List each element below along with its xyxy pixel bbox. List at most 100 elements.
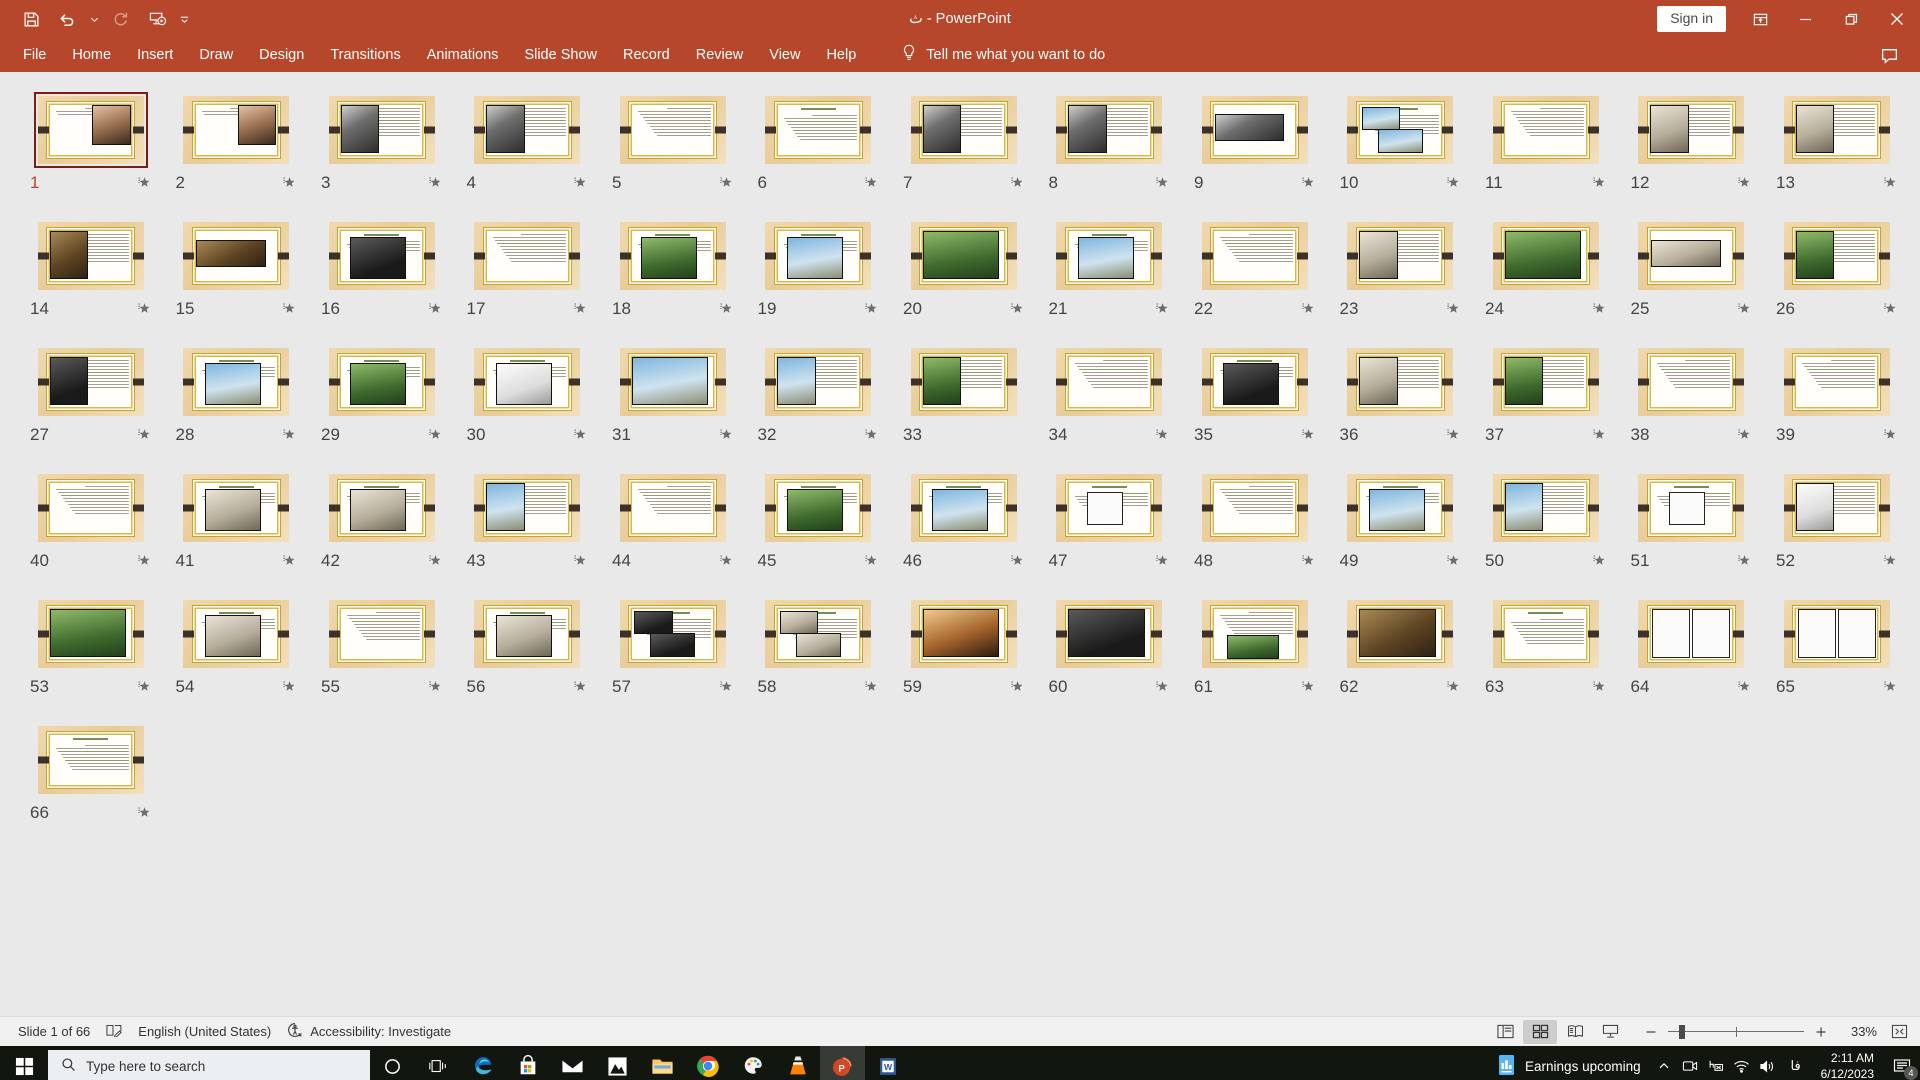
slide-thumbnail[interactable] [1780, 218, 1894, 294]
slide-thumbnail[interactable] [33, 92, 148, 168]
slide-thumbnail[interactable] [1343, 344, 1457, 420]
slide-sorter-view-button[interactable] [1523, 1019, 1557, 1044]
slide-sorter-pane[interactable]: 1 2 3 4 5 6 7 8 9 10 11 12 13 14 15 16 17 18 19 20 21 22 23 24 2… [0, 72, 1920, 1016]
slide-thumbnail-cell[interactable]: 3 [309, 92, 455, 196]
slide-animation-indicator[interactable] [718, 427, 734, 443]
accessibility-checker[interactable]: Accessibility: Investigate [279, 1019, 459, 1044]
animation-star-icon[interactable] [1591, 301, 1606, 316]
animation-star-icon[interactable] [1154, 427, 1169, 442]
slide-thumbnail-cell[interactable]: 7 [891, 92, 1037, 196]
slide-animation-indicator[interactable] [1882, 175, 1898, 191]
vlc-icon[interactable] [775, 1046, 820, 1080]
slide-thumbnail[interactable] [1489, 470, 1603, 546]
slide-thumbnail-cell[interactable]: 39 [1764, 344, 1910, 448]
task-view-icon[interactable] [415, 1046, 460, 1080]
slide-thumbnail[interactable] [325, 92, 439, 168]
animation-star-icon[interactable] [718, 301, 733, 316]
animation-star-icon[interactable] [718, 175, 733, 190]
slide-animation-indicator[interactable] [427, 427, 443, 443]
customize-quick-access-toolbar-icon[interactable] [176, 4, 192, 34]
animation-star-icon[interactable] [572, 679, 587, 694]
slide-thumbnail-cell[interactable]: 54 [164, 596, 310, 700]
ribbon-tab-record[interactable]: Record [610, 41, 683, 70]
slide-thumbnail[interactable] [1343, 218, 1457, 294]
slide-animation-indicator[interactable] [1300, 553, 1316, 569]
animation-star-icon[interactable] [1736, 679, 1751, 694]
slide-thumbnail[interactable] [34, 218, 148, 294]
animation-star-icon[interactable] [1154, 301, 1169, 316]
slide-animation-indicator[interactable] [863, 427, 879, 443]
slide-thumbnail[interactable] [470, 596, 584, 672]
slide-animation-indicator[interactable] [1300, 427, 1316, 443]
normal-view-button[interactable] [1488, 1020, 1522, 1044]
slide-show-view-button[interactable] [1593, 1020, 1627, 1044]
minimize-icon[interactable] [1782, 0, 1828, 38]
slide-thumbnail-cell[interactable]: 28 [164, 344, 310, 448]
ribbon-tab-animations[interactable]: Animations [414, 41, 512, 70]
file-explorer-icon[interactable] [640, 1046, 685, 1080]
slide-animation-indicator[interactable] [1882, 553, 1898, 569]
paint-icon[interactable] [730, 1046, 775, 1080]
slide-thumbnail[interactable] [1634, 596, 1748, 672]
taskbar-search-box[interactable]: Type here to search [48, 1050, 370, 1080]
slide-thumbnail[interactable] [470, 218, 584, 294]
slide-thumbnail-cell[interactable]: 64 [1619, 596, 1765, 700]
animation-star-icon[interactable] [1736, 427, 1751, 442]
slide-thumbnail-cell[interactable]: 46 [891, 470, 1037, 574]
slide-animation-indicator[interactable] [281, 301, 297, 317]
slide-animation-indicator[interactable] [281, 427, 297, 443]
cortana-icon[interactable] [370, 1046, 415, 1080]
network-disconnected-icon[interactable] [1703, 1046, 1729, 1080]
slide-thumbnail[interactable] [907, 470, 1021, 546]
slide-thumbnail-cell[interactable]: 38 [1619, 344, 1765, 448]
slide-thumbnail-cell[interactable]: 12 [1619, 92, 1765, 196]
animation-star-icon[interactable] [1009, 175, 1024, 190]
slide-animation-indicator[interactable] [1009, 553, 1025, 569]
slide-thumbnail-cell[interactable]: 8 [1037, 92, 1183, 196]
slide-animation-indicator[interactable] [136, 679, 152, 695]
animation-star-icon[interactable] [718, 679, 733, 694]
slide-thumbnail-cell[interactable]: 58 [746, 596, 892, 700]
slide-thumbnail-cell[interactable]: 37 [1473, 344, 1619, 448]
ribbon-tab-view[interactable]: View [756, 41, 813, 70]
slide-thumbnail[interactable] [907, 344, 1021, 420]
slide-thumbnail-cell[interactable]: 30 [455, 344, 601, 448]
slide-thumbnail[interactable] [1052, 344, 1166, 420]
slide-thumbnail-cell[interactable]: 24 [1473, 218, 1619, 322]
animation-star-icon[interactable] [1300, 679, 1315, 694]
slide-thumbnail[interactable] [470, 92, 584, 168]
animation-star-icon[interactable] [1300, 553, 1315, 568]
slide-animation-indicator[interactable] [1591, 175, 1607, 191]
ribbon-tab-slide-show[interactable]: Slide Show [511, 41, 610, 70]
ribbon-tab-draw[interactable]: Draw [186, 41, 246, 70]
slide-thumbnail-cell[interactable]: 6 [746, 92, 892, 196]
slide-animation-indicator[interactable] [1591, 553, 1607, 569]
slide-thumbnail-cell[interactable]: 42 [309, 470, 455, 574]
slide-thumbnail-cell[interactable]: 43 [455, 470, 601, 574]
edge-icon[interactable] [460, 1046, 505, 1080]
slide-animation-indicator[interactable] [1736, 427, 1752, 443]
slide-thumbnail-cell[interactable]: 55 [309, 596, 455, 700]
slide-thumbnail-cell[interactable]: 5 [600, 92, 746, 196]
slide-thumbnail[interactable] [616, 344, 730, 420]
reading-view-button[interactable] [1558, 1020, 1592, 1044]
slide-thumbnail-cell[interactable]: 4 [455, 92, 601, 196]
animation-star-icon[interactable] [1591, 175, 1606, 190]
animation-star-icon[interactable] [1882, 301, 1897, 316]
slide-thumbnail-cell[interactable]: 34 [1037, 344, 1183, 448]
volume-icon[interactable] [1755, 1046, 1781, 1080]
slide-animation-indicator[interactable] [1445, 301, 1461, 317]
slide-thumbnail[interactable] [1198, 92, 1312, 168]
slide-animation-indicator[interactable] [863, 679, 879, 695]
slide-animation-indicator[interactable] [427, 175, 443, 191]
animation-star-icon[interactable] [1445, 301, 1460, 316]
slide-thumbnail-cell[interactable]: 9 [1182, 92, 1328, 196]
chrome-icon[interactable] [685, 1046, 730, 1080]
slide-thumbnail[interactable] [761, 92, 875, 168]
slide-animation-indicator[interactable] [1154, 427, 1170, 443]
slide-thumbnail[interactable] [34, 596, 148, 672]
animation-star-icon[interactable] [427, 553, 442, 568]
slide-thumbnail[interactable] [1780, 596, 1894, 672]
slide-thumbnail[interactable] [1634, 470, 1748, 546]
animation-star-icon[interactable] [863, 679, 878, 694]
